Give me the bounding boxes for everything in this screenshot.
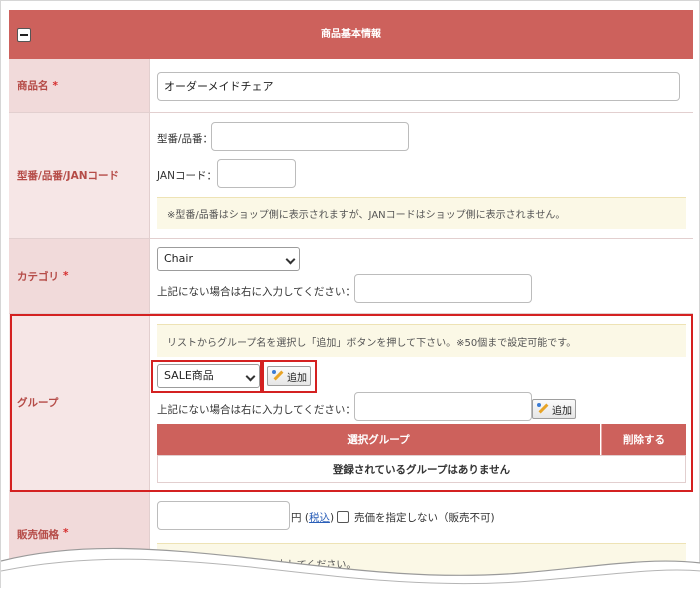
- price-note: 入力してください。: [157, 543, 686, 583]
- category-select[interactable]: Chair: [157, 247, 300, 271]
- price-unit: 円 (税込): [291, 512, 335, 524]
- group-section-highlight: [10, 314, 693, 492]
- model-number-input[interactable]: [211, 122, 409, 151]
- no-price-checkbox[interactable]: [337, 511, 349, 523]
- price-input[interactable]: [157, 501, 290, 530]
- row-category: カテゴリ * Chair 上記にない場合は右に入力してください：: [9, 239, 693, 314]
- row-price: 販売価格 * 円 (税込) 売価を指定しない（販売不可) 入力してください。: [9, 491, 693, 589]
- section-header: 商品基本情報: [9, 10, 693, 59]
- label-model: 型番/品番/JANコード: [9, 113, 149, 238]
- label-product-name: 商品名 *: [9, 59, 149, 112]
- row-model: 型番/品番/JANコード 型番/品番： JANコード： ※型番/品番はショップ側…: [9, 113, 693, 239]
- model-field-label: 型番/品番：: [157, 133, 214, 145]
- collapse-icon[interactable]: [17, 28, 31, 42]
- no-price-label: 売価を指定しない（販売不可): [354, 512, 495, 524]
- category-hint: 上記にない場合は右に入力してください：: [157, 286, 356, 298]
- tax-link[interactable]: 税込: [309, 512, 330, 524]
- chevron-down-icon: [285, 254, 296, 265]
- jan-field-label: JANコード：: [157, 170, 217, 182]
- form-panel: 商品基本情報 商品名 * オーダーメイドチェア 型番/品番/JANコード 型番/品…: [0, 0, 700, 589]
- category-new-input[interactable]: [354, 274, 532, 303]
- row-product-name: 商品名 * オーダーメイドチェア: [9, 59, 693, 113]
- add-button-highlight: [262, 360, 317, 393]
- label-category: カテゴリ *: [9, 239, 149, 313]
- model-note: ※型番/品番はショップ側に表示されますが、JANコードはショップ側に表示されませ…: [157, 197, 686, 229]
- product-name-input[interactable]: オーダーメイドチェア: [157, 72, 680, 101]
- label-price: 販売価格 *: [9, 491, 149, 589]
- jan-code-input[interactable]: [217, 159, 296, 188]
- section-title: 商品基本情報: [321, 29, 381, 40]
- select-highlight: [151, 360, 262, 393]
